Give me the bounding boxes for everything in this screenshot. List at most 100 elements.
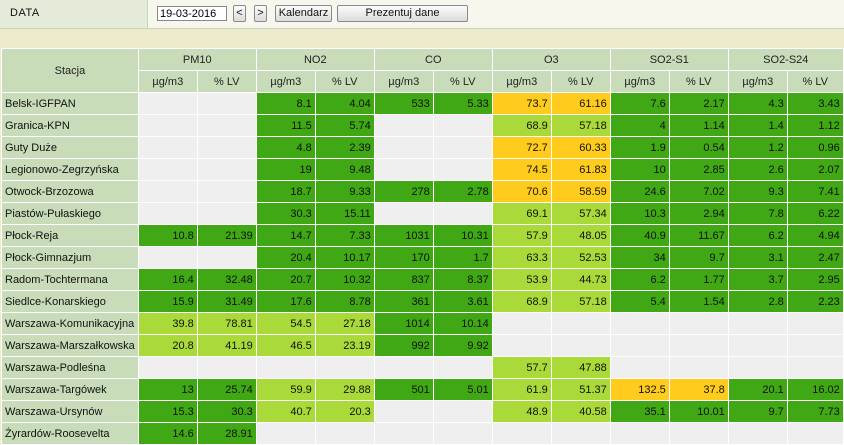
concentration-cell: 34	[609, 246, 670, 269]
concentration-cell: 4.3	[727, 92, 788, 115]
percent-lv-cell: 20.3	[314, 400, 375, 423]
concentration-cell: 20.8	[137, 334, 198, 357]
percent-lv-cell: 10.17	[314, 246, 375, 269]
concentration-cell: 39.8	[137, 312, 198, 335]
concentration-cell	[491, 334, 552, 357]
concentration-cell: 70.6	[491, 180, 552, 203]
concentration-cell: 20.7	[255, 268, 316, 291]
percent-lv-header: % LV	[786, 70, 844, 93]
station-column-header: Stacja	[1, 48, 139, 93]
pollutant-header: CO	[373, 48, 493, 71]
concentration-cell: 1.4	[727, 114, 788, 137]
percent-lv-cell	[550, 312, 611, 335]
table-row: Granica-KPN 11.5 5.74 68.9 57.18 4 1.14 1.4 1.12	[1, 114, 844, 137]
percent-lv-cell	[432, 422, 493, 445]
station-name: Piastów-Pułaskiego	[1, 202, 139, 225]
concentration-cell: 69.1	[491, 202, 552, 225]
next-day-button[interactable]: >	[254, 5, 267, 22]
concentration-cell: 170	[373, 246, 434, 269]
concentration-cell: 19	[255, 158, 316, 181]
pollutant-header: O3	[491, 48, 611, 71]
station-name: Płock-Reja	[1, 224, 139, 247]
concentration-cell	[373, 158, 434, 181]
concentration-cell: 14.6	[137, 422, 198, 445]
station-name: Warszawa-Ursynów	[1, 400, 139, 423]
concentration-cell	[373, 114, 434, 137]
percent-lv-cell: 2.07	[786, 158, 844, 181]
show-data-button[interactable]: Prezentuj dane	[337, 5, 468, 22]
percent-lv-cell: 1.54	[668, 290, 729, 313]
percent-lv-cell	[196, 158, 257, 181]
concentration-cell	[727, 356, 788, 379]
concentration-cell: 7.8	[727, 202, 788, 225]
concentration-cell: 54.5	[255, 312, 316, 335]
percent-lv-cell	[668, 422, 729, 445]
concentration-cell: 10.3	[609, 202, 670, 225]
table-row: Warszawa-Marszałkowska 20.8 41.19 46.5 23.19…	[1, 334, 844, 357]
percent-lv-cell	[432, 400, 493, 423]
concentration-cell: 3.7	[727, 268, 788, 291]
percent-lv-cell: 9.48	[314, 158, 375, 181]
concentration-cell: 6.2	[727, 224, 788, 247]
percent-lv-cell: 1.77	[668, 268, 729, 291]
concentration-cell: 1.9	[609, 136, 670, 159]
percent-lv-cell: 2.39	[314, 136, 375, 159]
concentration-cell: 16.4	[137, 268, 198, 291]
percent-lv-cell	[196, 114, 257, 137]
percent-lv-header: % LV	[196, 70, 257, 93]
concentration-cell: 837	[373, 268, 434, 291]
unit-header: µg/m3	[727, 70, 788, 93]
station-name: Żyrardów-Roosevelta	[1, 422, 139, 445]
concentration-cell	[609, 334, 670, 357]
percent-lv-cell: 61.83	[550, 158, 611, 181]
percent-lv-cell: 29.88	[314, 378, 375, 401]
percent-lv-cell: 1.7	[432, 246, 493, 269]
measurements-table: Stacja PM10 NO2 CO O3 SO2-S1 SO2-S24 µg/m3% LV µ…	[1, 48, 844, 445]
station-name: Granica-KPN	[1, 114, 139, 137]
previous-day-button[interactable]: <	[233, 5, 246, 22]
unit-header: µg/m3	[373, 70, 434, 93]
percent-lv-cell: 0.54	[668, 136, 729, 159]
percent-lv-cell: 5.01	[432, 378, 493, 401]
station-name: Warszawa-Podleśna	[1, 356, 139, 379]
concentration-cell: 24.6	[609, 180, 670, 203]
percent-lv-cell: 10.31	[432, 224, 493, 247]
percent-lv-cell: 10.01	[668, 400, 729, 423]
concentration-cell: 9.3	[727, 180, 788, 203]
percent-lv-cell: 57.34	[550, 202, 611, 225]
percent-lv-cell: 2.23	[786, 290, 844, 313]
percent-lv-cell	[196, 202, 257, 225]
percent-lv-cell	[550, 334, 611, 357]
percent-lv-cell	[432, 136, 493, 159]
station-name: Warszawa-Komunikacyjna	[1, 312, 139, 335]
percent-lv-cell: 78.81	[196, 312, 257, 335]
concentration-cell: 14.7	[255, 224, 316, 247]
concentration-cell: 74.5	[491, 158, 552, 181]
concentration-cell: 72.7	[491, 136, 552, 159]
header-row-groups: Stacja PM10 NO2 CO O3 SO2-S1 SO2-S24	[1, 48, 844, 93]
percent-lv-cell	[196, 180, 257, 203]
percent-lv-cell: 48.05	[550, 224, 611, 247]
percent-lv-cell: 7.33	[314, 224, 375, 247]
pollutant-header: NO2	[255, 48, 375, 71]
percent-lv-cell: 16.02	[786, 378, 844, 401]
percent-lv-cell: 57.18	[550, 114, 611, 137]
percent-lv-cell	[432, 158, 493, 181]
percent-lv-header: % LV	[668, 70, 729, 93]
concentration-cell: 18.7	[255, 180, 316, 203]
percent-lv-cell: 47.88	[550, 356, 611, 379]
percent-lv-cell	[786, 356, 844, 379]
concentration-cell: 15.9	[137, 290, 198, 313]
percent-lv-cell: 2.95	[786, 268, 844, 291]
concentration-cell: 46.5	[255, 334, 316, 357]
date-input[interactable]	[157, 6, 227, 21]
concentration-cell: 11.5	[255, 114, 316, 137]
table-row: Płock-Reja 10.8 21.39 14.7 7.33 1031 10.31 57.9…	[1, 224, 844, 247]
station-name: Belsk-IGFPAN	[1, 92, 139, 115]
station-name: Płock-Gimnazjum	[1, 246, 139, 269]
percent-lv-cell	[668, 356, 729, 379]
percent-lv-cell	[314, 356, 375, 379]
percent-lv-cell: 3.61	[432, 290, 493, 313]
calendar-button[interactable]: Kalendarz	[275, 5, 332, 22]
concentration-cell	[137, 356, 198, 379]
